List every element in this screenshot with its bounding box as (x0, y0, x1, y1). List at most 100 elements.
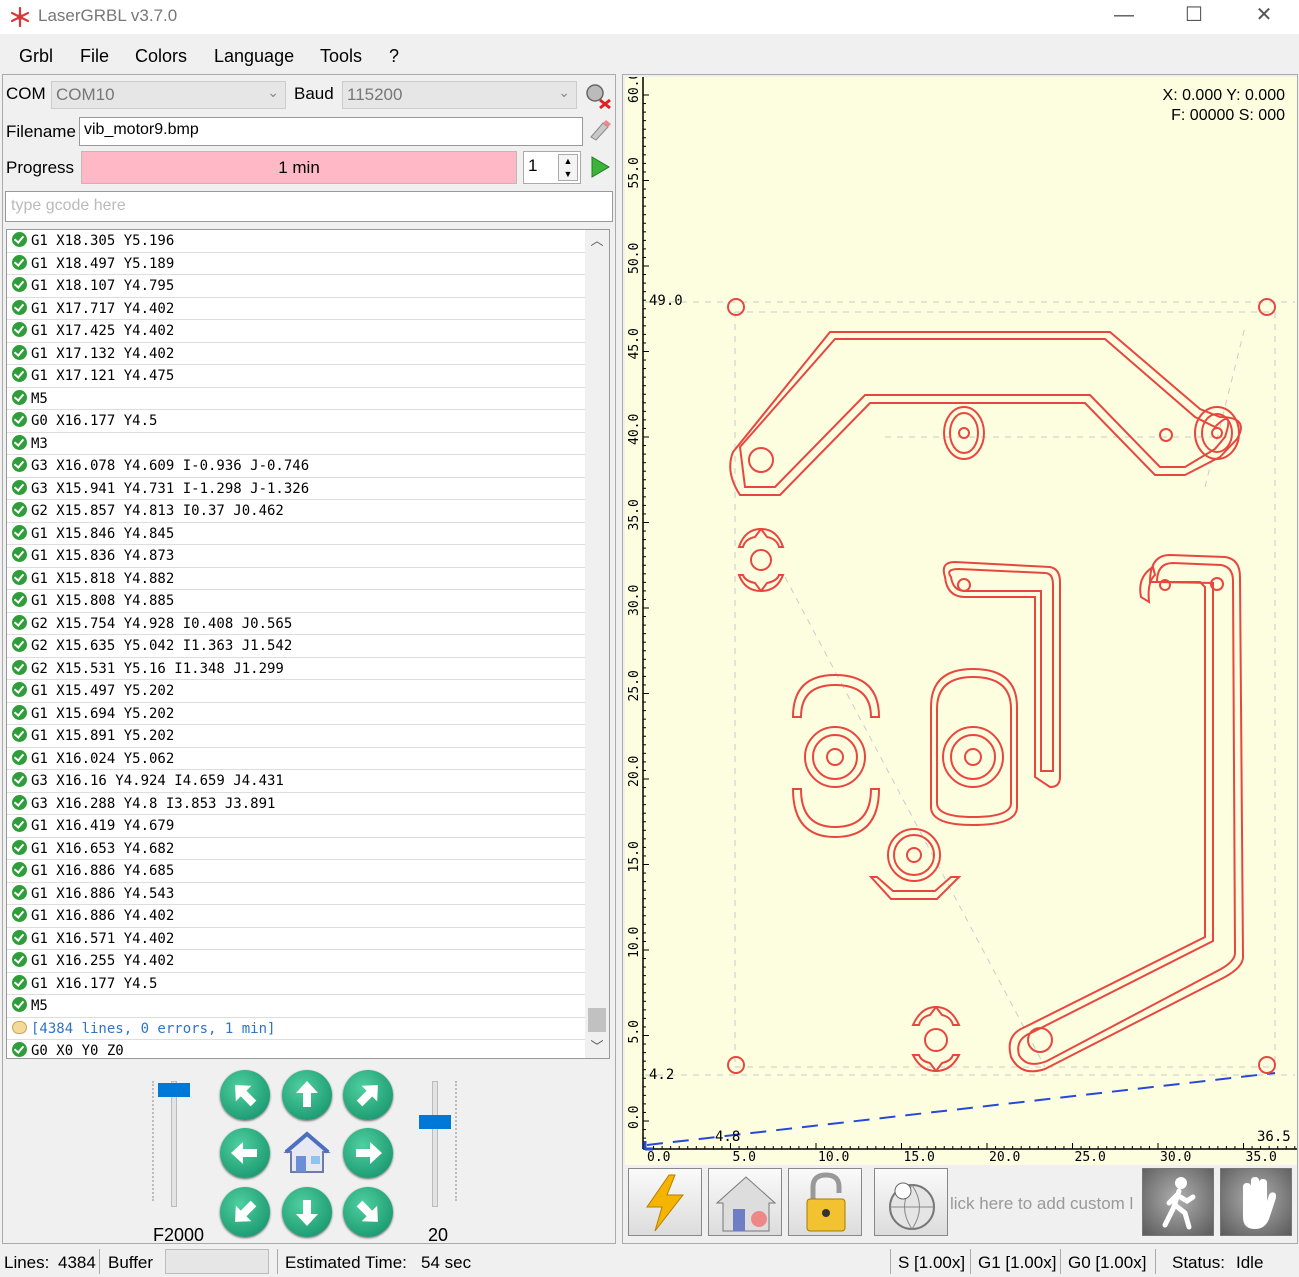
g1-override[interactable]: G1 [1.00x] (978, 1253, 1056, 1273)
log-row: G2 X15.857 Y4.813 I0.37 J0.462 (7, 500, 585, 523)
menu-file[interactable]: File (80, 46, 109, 67)
y-ruler-label: 0.0 (627, 1106, 642, 1129)
scroll-up-icon[interactable]: ︿ (585, 230, 609, 252)
bound-ymin: 4.2 (649, 1067, 674, 1083)
stepper-buttons[interactable]: ▲ ▼ (558, 154, 578, 181)
maximize-button[interactable]: ☐ (1171, 0, 1217, 32)
log-row: G2 X15.531 Y5.16 I1.348 J1.299 (7, 658, 585, 680)
stop-button[interactable] (1220, 1168, 1292, 1236)
jog-up-left-button[interactable] (220, 1070, 270, 1120)
log-text: G1 X16.419 Y4.679 (31, 818, 175, 834)
y-ruler-label: 40.0 (627, 414, 642, 445)
walk-button[interactable] (1142, 1168, 1214, 1236)
goto-position-button[interactable] (874, 1168, 948, 1236)
log-row: G2 X15.635 Y5.042 I1.363 J1.542 (7, 635, 585, 658)
log-row: G1 X15.891 Y5.202 (7, 725, 585, 748)
log-text: G1 X17.717 Y4.402 (31, 300, 175, 317)
chevron-down-icon: ⌄ (558, 84, 570, 100)
baud-rate-select[interactable]: 115200 ⌄ (342, 81, 577, 109)
x-ruler-label: 15.0 (904, 1150, 935, 1165)
menu-language[interactable]: Language (214, 46, 294, 67)
menu-colors[interactable]: Colors (135, 46, 187, 67)
gcode-command-input[interactable]: type gcode here (5, 191, 613, 222)
spindle-override[interactable]: S [1.00x] (898, 1253, 965, 1273)
g0-override[interactable]: G0 [1.00x] (1068, 1253, 1146, 1273)
log-row: G1 X18.497 Y5.189 (7, 253, 585, 275)
laser-fire-button[interactable] (628, 1168, 702, 1236)
y-ruler-label: 30.0 (627, 585, 642, 616)
jog-up-button[interactable] (282, 1070, 332, 1120)
close-button[interactable]: ✕ (1241, 0, 1287, 32)
feed-slider-thumb[interactable] (158, 1083, 190, 1098)
window-title: LaserGRBL v3.7.0 (38, 6, 178, 25)
preview-panel: 60.0 55.0 50.0 45.0 40.0 35.0 30.0 25.0 20.0 15.0… (622, 74, 1298, 1244)
copies-stepper[interactable]: 1 ▲ ▼ (523, 151, 581, 184)
checkmark-icon (12, 322, 27, 337)
log-text: G2 X15.635 Y5.042 I1.363 J1.542 (31, 638, 293, 654)
status-separator (1060, 1249, 1061, 1274)
unlock-button[interactable] (788, 1168, 862, 1236)
scroll-thumb[interactable] (588, 1008, 606, 1032)
com-port-select[interactable]: COM10 ⌄ (51, 81, 286, 109)
custom-button-placeholder[interactable]: lick here to add custom l (950, 1194, 1133, 1214)
feed-slider[interactable] (171, 1081, 177, 1207)
laser-paths (729, 331, 1245, 1073)
lines-label: Lines: (4, 1253, 50, 1272)
log-row: G1 X16.653 Y4.682 (7, 838, 585, 860)
log-text: G3 X16.288 Y4.8 I3.853 J3.891 (31, 795, 276, 812)
menu-help[interactable]: ? (389, 46, 399, 67)
log-row: M5 (7, 388, 585, 410)
scroll-down-icon[interactable]: ﹀ (585, 1036, 609, 1058)
progress-label: Progress (6, 158, 75, 177)
checkmark-icon (12, 524, 27, 540)
lightning-icon (646, 1174, 685, 1232)
jog-down-right-button[interactable] (343, 1187, 393, 1237)
log-row: G1 X16.024 Y5.062 (7, 748, 585, 770)
checkmark-icon (12, 839, 27, 855)
status-separator (1155, 1249, 1156, 1274)
log-text: G0 X16.177 Y4.5 (31, 413, 158, 429)
home-icon (283, 1131, 331, 1173)
lines-count: 4384 (58, 1253, 96, 1272)
x-ruler-label: 10.0 (818, 1150, 849, 1165)
log-scrollbar[interactable]: ︿ ﹀ (585, 230, 609, 1058)
jog-down-button[interactable] (282, 1187, 332, 1237)
log-text: G1 X16.653 Y4.682 (31, 840, 175, 857)
step-slider-thumb[interactable] (419, 1114, 451, 1129)
jog-right-button[interactable] (343, 1128, 393, 1178)
buffer-label: Buffer (108, 1253, 154, 1272)
run-play-icon[interactable] (589, 155, 611, 179)
log-row: G0 X0 Y0 Z0 (7, 1040, 585, 1058)
x-ruler-label: 30.0 (1160, 1150, 1191, 1165)
jog-left-button[interactable] (220, 1128, 270, 1178)
log-row: G1 X15.694 Y5.202 (7, 703, 585, 725)
filename-field[interactable]: vib_motor9.bmp (79, 117, 583, 146)
home-button[interactable] (282, 1128, 332, 1178)
feed-rate-label: F2000 (153, 1225, 205, 1245)
log-row: G1 X15.836 Y4.873 (7, 545, 585, 568)
log-text: G3 X15.941 Y4.731 I-1.298 J-1.326 (31, 480, 310, 497)
log-text: [4384 lines, 0 errors, 1 min] (31, 1020, 276, 1037)
log-row: [4384 lines, 0 errors, 1 min] (7, 1018, 585, 1040)
log-row: G1 X16.419 Y4.679 (7, 815, 585, 838)
jog-down-left-button[interactable] (220, 1187, 270, 1237)
jog-up-right-button[interactable] (343, 1070, 393, 1120)
log-text: G3 X16.078 Y4.609 I-0.936 J-0.746 (31, 458, 310, 474)
log-text: G1 X15.846 Y4.845 (31, 525, 175, 542)
menu-grbl[interactable]: Grbl (19, 46, 53, 67)
log-text: G1 X16.024 Y5.062 (31, 750, 175, 767)
open-file-icon[interactable] (587, 117, 613, 143)
checkmark-icon (12, 614, 27, 630)
menu-tools[interactable]: Tools (320, 46, 362, 67)
minimize-button[interactable]: — (1101, 0, 1147, 32)
padlock-icon (806, 1172, 846, 1232)
homing-button[interactable] (708, 1168, 782, 1236)
y-ruler-label: 5.0 (627, 1020, 642, 1043)
y-ruler-label: 10.0 (627, 927, 642, 958)
baud-rate-value: 115200 (347, 85, 403, 104)
step-slider[interactable] (432, 1081, 438, 1207)
job-preview-canvas[interactable]: 60.0 55.0 50.0 45.0 40.0 35.0 30.0 25.0 20.0 15.0… (625, 77, 1297, 1165)
disconnect-icon[interactable] (583, 81, 613, 111)
log-text: G1 X15.808 Y4.885 (31, 593, 175, 609)
machine-status: Idle (1236, 1253, 1264, 1272)
